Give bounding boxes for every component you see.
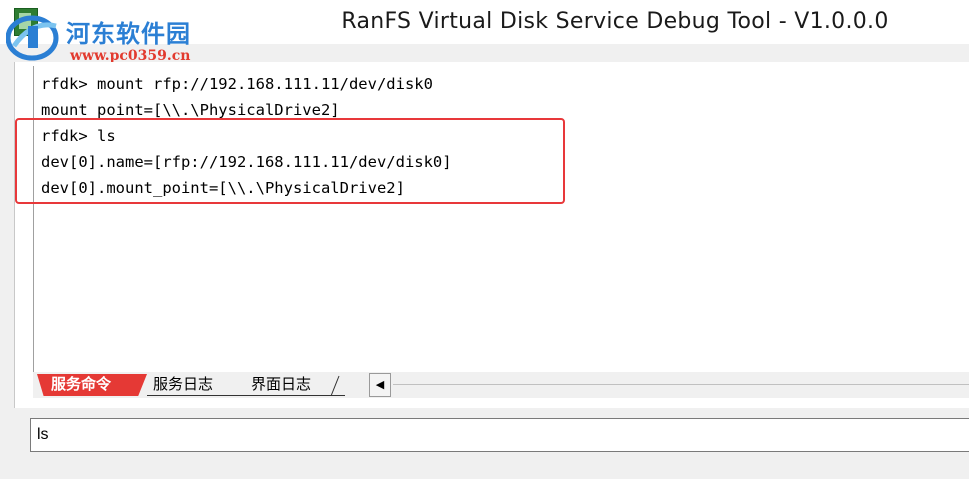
watermark-name: 河东软件园 xyxy=(66,19,191,48)
window-title: RanFS Virtual Disk Service Debug Tool - … xyxy=(341,9,889,34)
watermark-logo-icon xyxy=(6,15,59,61)
tab-service-commands[interactable]: 服务命令 xyxy=(37,374,147,396)
annotation-highlight-box xyxy=(15,118,565,204)
tab-strip: 服务命令 服务日志 界面日志 ◀ xyxy=(33,372,969,398)
tab-service-log[interactable]: 服务日志 xyxy=(147,374,245,396)
command-input[interactable] xyxy=(30,418,969,452)
tab-divider-icon xyxy=(330,375,340,396)
horizontal-scroll-track xyxy=(393,384,969,385)
watermark: 河东软件园 www.pc0359.cn xyxy=(6,4,226,68)
console-line: rfdk> mount rfp://192.168.111.11/dev/dis… xyxy=(41,75,433,93)
tab-scroll-left-button[interactable]: ◀ xyxy=(369,373,391,397)
